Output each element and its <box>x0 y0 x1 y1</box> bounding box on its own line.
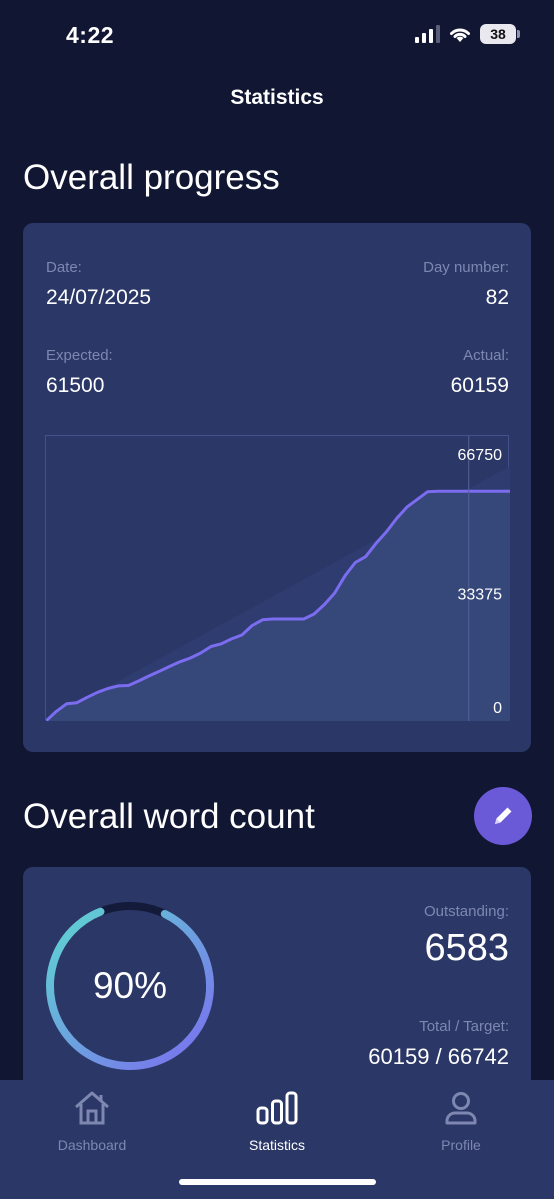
person-icon <box>445 1092 477 1125</box>
progress-percent: 90% <box>92 965 168 1006</box>
bar-chart-icon <box>256 1091 298 1125</box>
edit-word-count-button[interactable] <box>474 787 532 845</box>
home-indicator <box>179 1179 376 1185</box>
status-time: 4:22 <box>66 22 115 48</box>
progress-chart-svg: 66750 33375 0 <box>46 436 510 721</box>
y-tick-label: 66750 <box>458 447 503 464</box>
pencil-icon <box>495 807 512 824</box>
tab-profile-label: Profile <box>441 1137 481 1153</box>
day-number-value: 82 <box>485 286 509 309</box>
tab-dashboard[interactable]: Dashboard <box>17 1090 167 1153</box>
expected-label: Expected: <box>46 347 113 364</box>
progress-chart: 66750 33375 0 <box>45 435 510 721</box>
total-target-label: Total / Target: <box>419 1018 509 1035</box>
word-count-section-title: Overall word count <box>23 797 315 836</box>
status-icons: 38 <box>415 24 520 44</box>
tab-statistics[interactable]: Statistics <box>202 1090 352 1153</box>
tab-profile[interactable]: Profile <box>386 1090 536 1153</box>
outstanding-label: Outstanding: <box>423 903 509 920</box>
cellular-signal-icon <box>415 25 440 43</box>
page-title: Statistics <box>230 86 324 109</box>
date-label: Date: <box>46 259 82 276</box>
battery-level: 38 <box>490 26 506 42</box>
tab-dashboard-label: Dashboard <box>57 1137 127 1153</box>
total-target-value: 60159 / 66742 <box>368 1044 509 1069</box>
date-value: 24/07/2025 <box>46 286 152 309</box>
expected-value: 61500 <box>46 374 105 397</box>
progress-section-title: Overall progress <box>23 158 280 197</box>
actual-value: 60159 <box>450 374 509 397</box>
actual-label: Actual: <box>463 347 509 364</box>
day-number-label: Day number: <box>423 259 509 276</box>
tab-statistics-label: Statistics <box>248 1137 305 1153</box>
wifi-icon <box>450 28 470 42</box>
y-tick-label: 33375 <box>458 587 503 604</box>
battery-icon: 38 <box>480 24 520 44</box>
y-tick-label: 0 <box>493 700 502 717</box>
outstanding-value: 6583 <box>424 927 509 969</box>
progress-card: Date: 24/07/2025 Day number: 82 Expected… <box>23 223 531 752</box>
home-icon <box>75 1091 109 1125</box>
status-bar: 4:22 38 <box>0 0 554 72</box>
word-count-card: 90% Outstanding: 6583 Total / Target: 60… <box>23 867 531 1099</box>
